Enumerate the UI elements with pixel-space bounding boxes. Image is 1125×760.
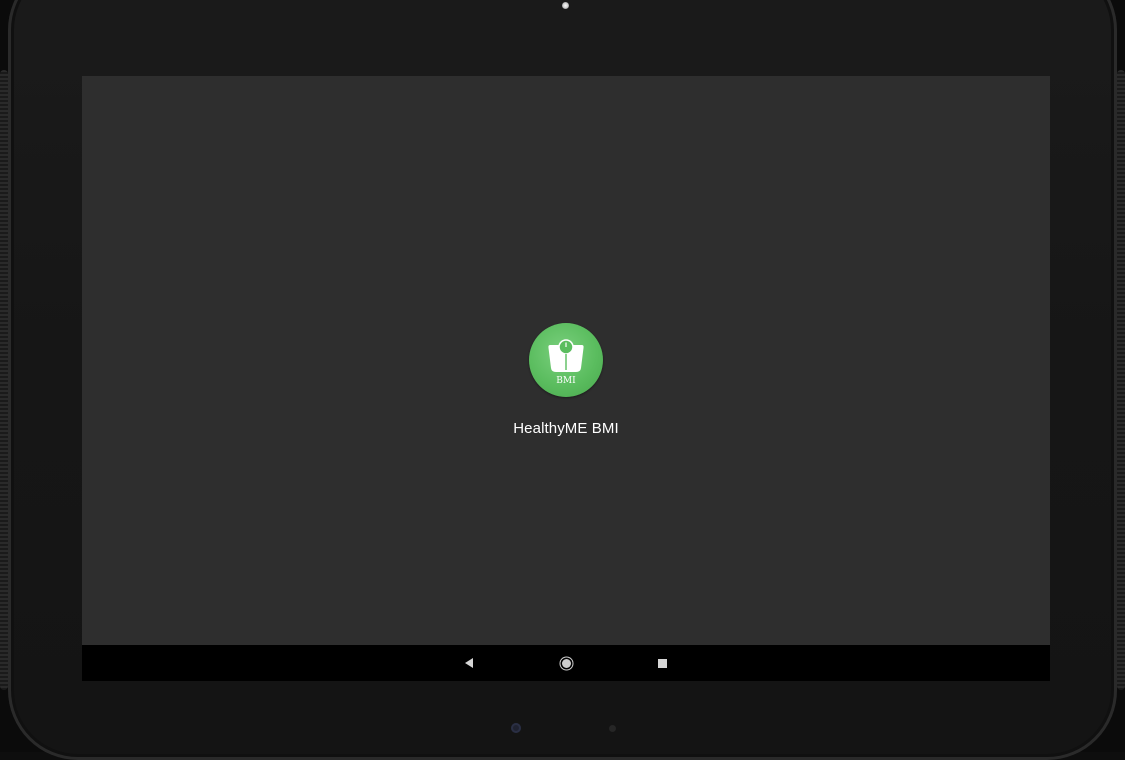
home-circle-icon bbox=[561, 658, 571, 668]
recents-square-icon bbox=[657, 658, 667, 668]
front-camera bbox=[562, 2, 569, 9]
healthyme-bmi-app-icon[interactable]: BMI bbox=[529, 323, 603, 397]
left-speaker-grill bbox=[0, 70, 8, 690]
ambient-light-sensor bbox=[609, 725, 616, 732]
app-label[interactable]: HealthyME BMI bbox=[466, 420, 666, 437]
home-button[interactable] bbox=[556, 653, 576, 673]
icon-bmi-text: BMI bbox=[556, 376, 576, 386]
right-speaker-grill bbox=[1117, 70, 1125, 690]
navigation-bar bbox=[82, 645, 1050, 681]
tablet-device-frame: BMI HealthyME BMI bbox=[0, 0, 1125, 760]
bmi-scale-icon: BMI bbox=[548, 339, 584, 386]
front-sensor bbox=[511, 723, 521, 733]
back-triangle-icon bbox=[465, 658, 473, 668]
back-button[interactable] bbox=[459, 653, 479, 673]
app-launch-area: BMI HealthyME BMI bbox=[82, 76, 1050, 645]
device-screen: BMI HealthyME BMI bbox=[82, 76, 1050, 681]
recents-button[interactable] bbox=[652, 653, 672, 673]
